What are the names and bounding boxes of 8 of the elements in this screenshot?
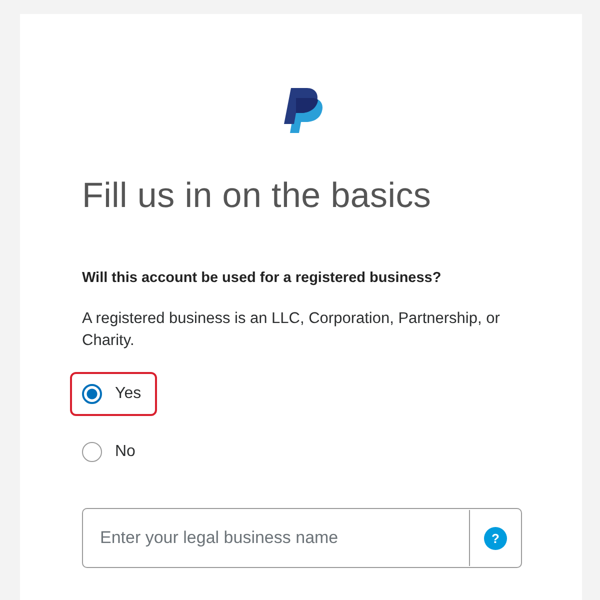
question-text: Will this account be used for a registered business? — [82, 270, 442, 286]
description-text: A registered business is an LLC, Corporation, Partnership, or Charity. — [82, 309, 501, 351]
radio-option[interactable]: No — [70, 430, 158, 474]
radio-button[interactable] — [82, 442, 102, 462]
radio-button[interactable] — [82, 384, 102, 404]
radio-option[interactable]: Yes — [70, 372, 158, 416]
page-heading: Fill us in on the basics — [82, 176, 432, 216]
logo-icon — [282, 86, 324, 134]
